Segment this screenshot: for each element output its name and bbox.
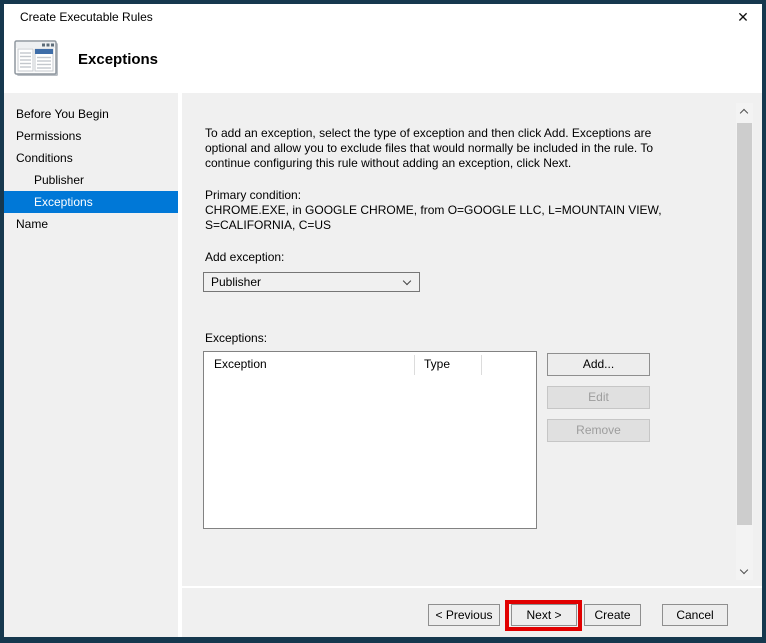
footer-divider [182,586,762,588]
chevron-down-icon [402,276,412,286]
primary-condition-value: CHROME.EXE, in GOOGLE CHROME, from O=GOO… [205,203,662,232]
sidebar-item-conditions[interactable]: Conditions [4,147,178,169]
column-header-exception[interactable]: Exception [214,352,267,377]
add-button[interactable]: Add... [547,353,650,376]
close-icon[interactable]: ✕ [726,5,760,30]
edit-button[interactable]: Edit [547,386,650,409]
scroll-up-button[interactable] [736,103,753,120]
cancel-button[interactable]: Cancel [662,604,728,626]
sidebar-item-publisher[interactable]: Publisher [4,169,178,191]
primary-condition-label: Primary condition: [205,188,302,202]
next-button[interactable]: Next > [511,604,577,626]
scrollbar-thumb[interactable] [737,123,752,525]
wizard-step-list: Before You Begin Permissions Conditions … [4,103,178,235]
column-separator [481,355,482,375]
chevron-up-icon [739,108,749,118]
exception-type-selected-value: Publisher [211,275,262,289]
previous-button[interactable]: < Previous [428,604,500,626]
create-executable-rules-dialog: Create Executable Rules ✕ Exceptions Bef… [0,0,766,643]
wizard-steps-sidebar: Before You Begin Permissions Conditions … [4,93,178,637]
exceptions-list-header: Exception Type [204,352,536,377]
remove-button[interactable]: Remove [547,419,650,442]
sidebar-content-divider [178,93,182,637]
column-separator [414,355,415,375]
page-title: Exceptions [78,51,159,68]
exceptions-list-label: Exceptions: [205,331,268,345]
window-title: Create Executable Rules [20,10,153,24]
sidebar-item-before-you-begin[interactable]: Before You Begin [4,103,178,125]
column-header-type[interactable]: Type [424,352,450,377]
exception-type-dropdown[interactable]: Publisher [203,272,420,292]
wizard-page-icon [14,40,58,76]
intro-text: To add an exception, select the type of … [205,126,654,170]
add-exception-label: Add exception: [205,250,285,264]
wizard-body: Before You Begin Permissions Conditions … [4,93,762,637]
create-button[interactable]: Create [584,604,641,626]
wizard-header: Exceptions [4,30,762,93]
sidebar-item-permissions[interactable]: Permissions [4,125,178,147]
sidebar-item-exceptions[interactable]: Exceptions [4,191,178,213]
titlebar: Create Executable Rules ✕ [4,4,762,30]
chevron-down-icon [739,565,749,575]
scroll-down-button[interactable] [736,563,753,580]
vertical-scrollbar[interactable] [736,103,753,580]
sidebar-item-name[interactable]: Name [4,213,178,235]
exceptions-list[interactable]: Exception Type [203,351,537,529]
